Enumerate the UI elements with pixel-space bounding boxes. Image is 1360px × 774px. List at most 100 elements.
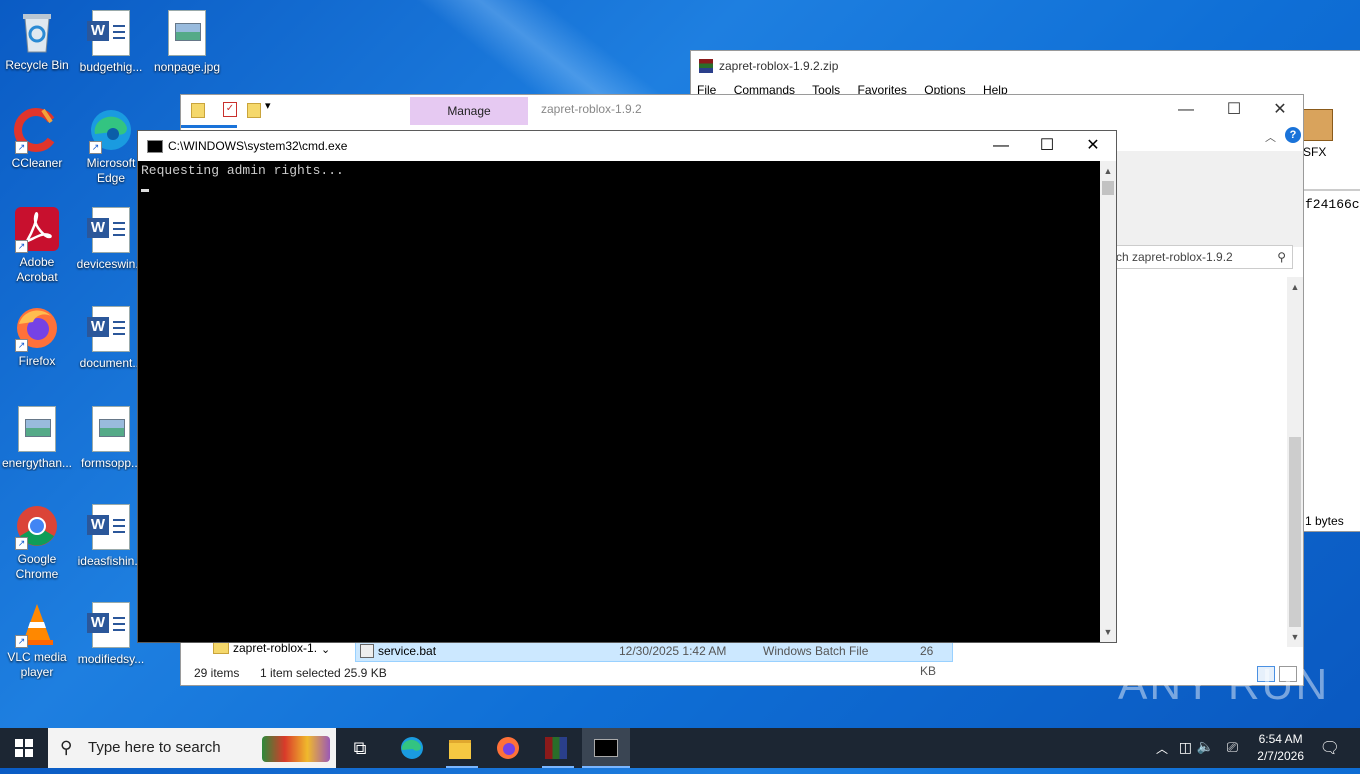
winrar-title: zapret-roblox-1.9.2.zip (719, 59, 839, 73)
cmd-window[interactable]: C:\WINDOWS\system32\cmd.exe — ☐ ✕ Reques… (137, 130, 1117, 643)
scroll-up-icon[interactable]: ▲ (1287, 279, 1303, 295)
winrar-hash-fragment: f24166c (1305, 197, 1360, 212)
winrar-app-icon (699, 59, 713, 73)
start-button[interactable] (0, 728, 48, 768)
cmd-scrollbar[interactable]: ▲ ▼ (1100, 161, 1116, 642)
shortcut-arrow-icon: ↗ (15, 240, 28, 253)
winrar-column-divider (1303, 189, 1360, 191)
explorer-title-bar[interactable]: ✓ ▾ Manage zapret-roblox-1.9.2 — ☐ ✕ (181, 95, 1303, 125)
tab-manage[interactable]: Manage (410, 97, 528, 125)
status-selected-size: 25.9 KB (344, 666, 387, 680)
desktop-icon-budgethig[interactable]: W budgethig... (74, 8, 148, 75)
anyrun-watermark: ANY RUN (1118, 660, 1330, 709)
desktop-icon-chrome[interactable]: ↗ Google Chrome (0, 502, 74, 582)
taskbar-firefox-icon[interactable] (486, 728, 530, 768)
taskbar-winrar-icon[interactable] (534, 728, 578, 768)
help-icon[interactable]: ? (1285, 127, 1301, 143)
word-document-icon: W (87, 10, 135, 58)
cmd-close-button[interactable]: ✕ (1070, 131, 1116, 161)
vlc-cone-icon: ↗ (13, 600, 61, 648)
windows-logo-icon (15, 739, 33, 757)
taskbar-file-explorer-icon[interactable] (438, 728, 482, 768)
ribbon-collapse-icon[interactable]: ︿ (1265, 129, 1276, 145)
console-cursor (141, 189, 149, 192)
sfx-toolbar-label[interactable]: SFX (1303, 145, 1326, 159)
desktop-icon-label: Google Chrome (15, 552, 59, 581)
taskbar-clock[interactable]: 6:54 AM 2/7/2026 (1257, 731, 1304, 765)
address-bar-area (1113, 151, 1303, 247)
task-view-icon[interactable]: ⧉ (340, 728, 380, 768)
shortcut-arrow-icon: ↗ (15, 339, 28, 352)
clock-date: 2/7/2026 (1257, 749, 1304, 763)
scroll-down-icon[interactable]: ▼ (1100, 624, 1116, 640)
maximize-button[interactable]: ☐ (1211, 95, 1257, 125)
file-tab-indicator (181, 125, 237, 128)
taskbar-cmd-icon[interactable] (582, 728, 630, 768)
status-item-count: 29 items (194, 666, 240, 680)
winrar-title-bar[interactable]: zapret-roblox-1.9.2.zip (691, 51, 1360, 81)
ccleaner-icon: ↗ (13, 106, 61, 154)
desktop-icon-vlc[interactable]: ↗ VLC media player (0, 600, 74, 680)
acrobat-icon: ↗ (13, 205, 61, 253)
taskbar-search-box[interactable]: ⚲ Type here to search (48, 728, 336, 768)
search-highlight-gifts-icon (262, 736, 330, 762)
cmd-title-bar[interactable]: C:\WINDOWS\system32\cmd.exe — ☐ ✕ (138, 131, 1116, 161)
new-folder-icon[interactable] (247, 103, 261, 118)
desktop-icon-label: Firefox (18, 354, 56, 368)
shortcut-arrow-icon: ↗ (15, 635, 28, 648)
shortcut-arrow-icon: ↗ (89, 141, 102, 154)
volume-icon[interactable]: 🔈 (1197, 738, 1214, 755)
image-file-icon (87, 406, 135, 454)
desktop-icon-label: energythan... (1, 456, 73, 470)
clock-time: 6:54 AM (1258, 732, 1303, 746)
desktop-icon-recycle-bin[interactable]: Recycle Bin (0, 8, 74, 73)
desktop-icon-ccleaner[interactable]: ↗ CCleaner (0, 106, 74, 171)
edge-icon: ↗ (87, 106, 135, 154)
image-file-icon (13, 406, 61, 454)
desktop-icon-label: Adobe Acrobat (16, 255, 58, 284)
desktop-icon-energythan[interactable]: energythan... (0, 404, 74, 471)
firefox-icon: ↗ (13, 304, 61, 352)
console-output[interactable]: Requesting admin rights... (139, 161, 1103, 645)
minimize-button[interactable]: — (1163, 95, 1209, 125)
file-list-scrollbar[interactable]: ▲ ▼ (1287, 277, 1303, 647)
search-icon: ⚲ (60, 738, 73, 757)
desktop-icon-label: CCleaner (11, 156, 63, 170)
taskbar-edge-icon[interactable] (390, 728, 434, 768)
desktop-icon-acrobat[interactable]: ↗ Adobe Acrobat (0, 205, 74, 285)
cmd-maximize-button[interactable]: ☐ (1024, 131, 1070, 161)
desktop-icon-label: budgethig... (79, 60, 143, 74)
cmd-app-icon (147, 140, 163, 153)
taskbar: ⚲ Type here to search ⧉ ︿ ◫ 🔈 ⎚ 6:54 AM … (0, 728, 1360, 768)
winrar-size-fragment: 1 bytes (1305, 514, 1344, 528)
explorer-title: zapret-roblox-1.9.2 (541, 102, 642, 116)
properties-icon[interactable]: ✓ (223, 102, 237, 117)
desktop-icon-firefox[interactable]: ↗ Firefox (0, 304, 74, 369)
shortcut-arrow-icon: ↗ (15, 141, 28, 154)
desktop-icon-label: modifiedsy... (77, 652, 145, 666)
word-document-icon: W (87, 504, 135, 552)
scroll-down-icon[interactable]: ▼ (1287, 629, 1303, 645)
word-document-icon: W (87, 602, 135, 650)
show-hidden-icons-icon[interactable]: ︿ (1156, 740, 1168, 757)
scroll-thumb[interactable] (1289, 437, 1301, 627)
word-document-icon: W (87, 207, 135, 255)
scroll-thumb[interactable] (1102, 181, 1114, 195)
close-button[interactable]: ✕ (1257, 95, 1303, 125)
notifications-icon[interactable]: 🗨 (1320, 738, 1340, 758)
desktop-icon-nonpage[interactable]: nonpage.jpg (150, 8, 224, 75)
recycle-bin-icon (13, 8, 61, 56)
quick-access-dropdown-icon[interactable]: ▾ (265, 99, 271, 112)
word-document-icon: W (87, 306, 135, 354)
network-icon[interactable]: ⎚ (1227, 739, 1238, 756)
cmd-minimize-button[interactable]: — (978, 131, 1024, 161)
desktop-icon-label: VLC media player (7, 650, 67, 679)
folder-icon (191, 103, 205, 118)
meet-now-icon[interactable]: ◫ (1179, 739, 1192, 756)
cmd-title: C:\WINDOWS\system32\cmd.exe (168, 139, 348, 153)
image-file-icon (163, 10, 211, 58)
search-input[interactable]: rch zapret-roblox-1.9.2 ⚲ (1111, 245, 1293, 269)
desktop-icon-label: nonpage.jpg (153, 60, 221, 74)
scroll-up-icon[interactable]: ▲ (1100, 163, 1116, 179)
desktop-icon-label: Recycle Bin (5, 58, 69, 72)
